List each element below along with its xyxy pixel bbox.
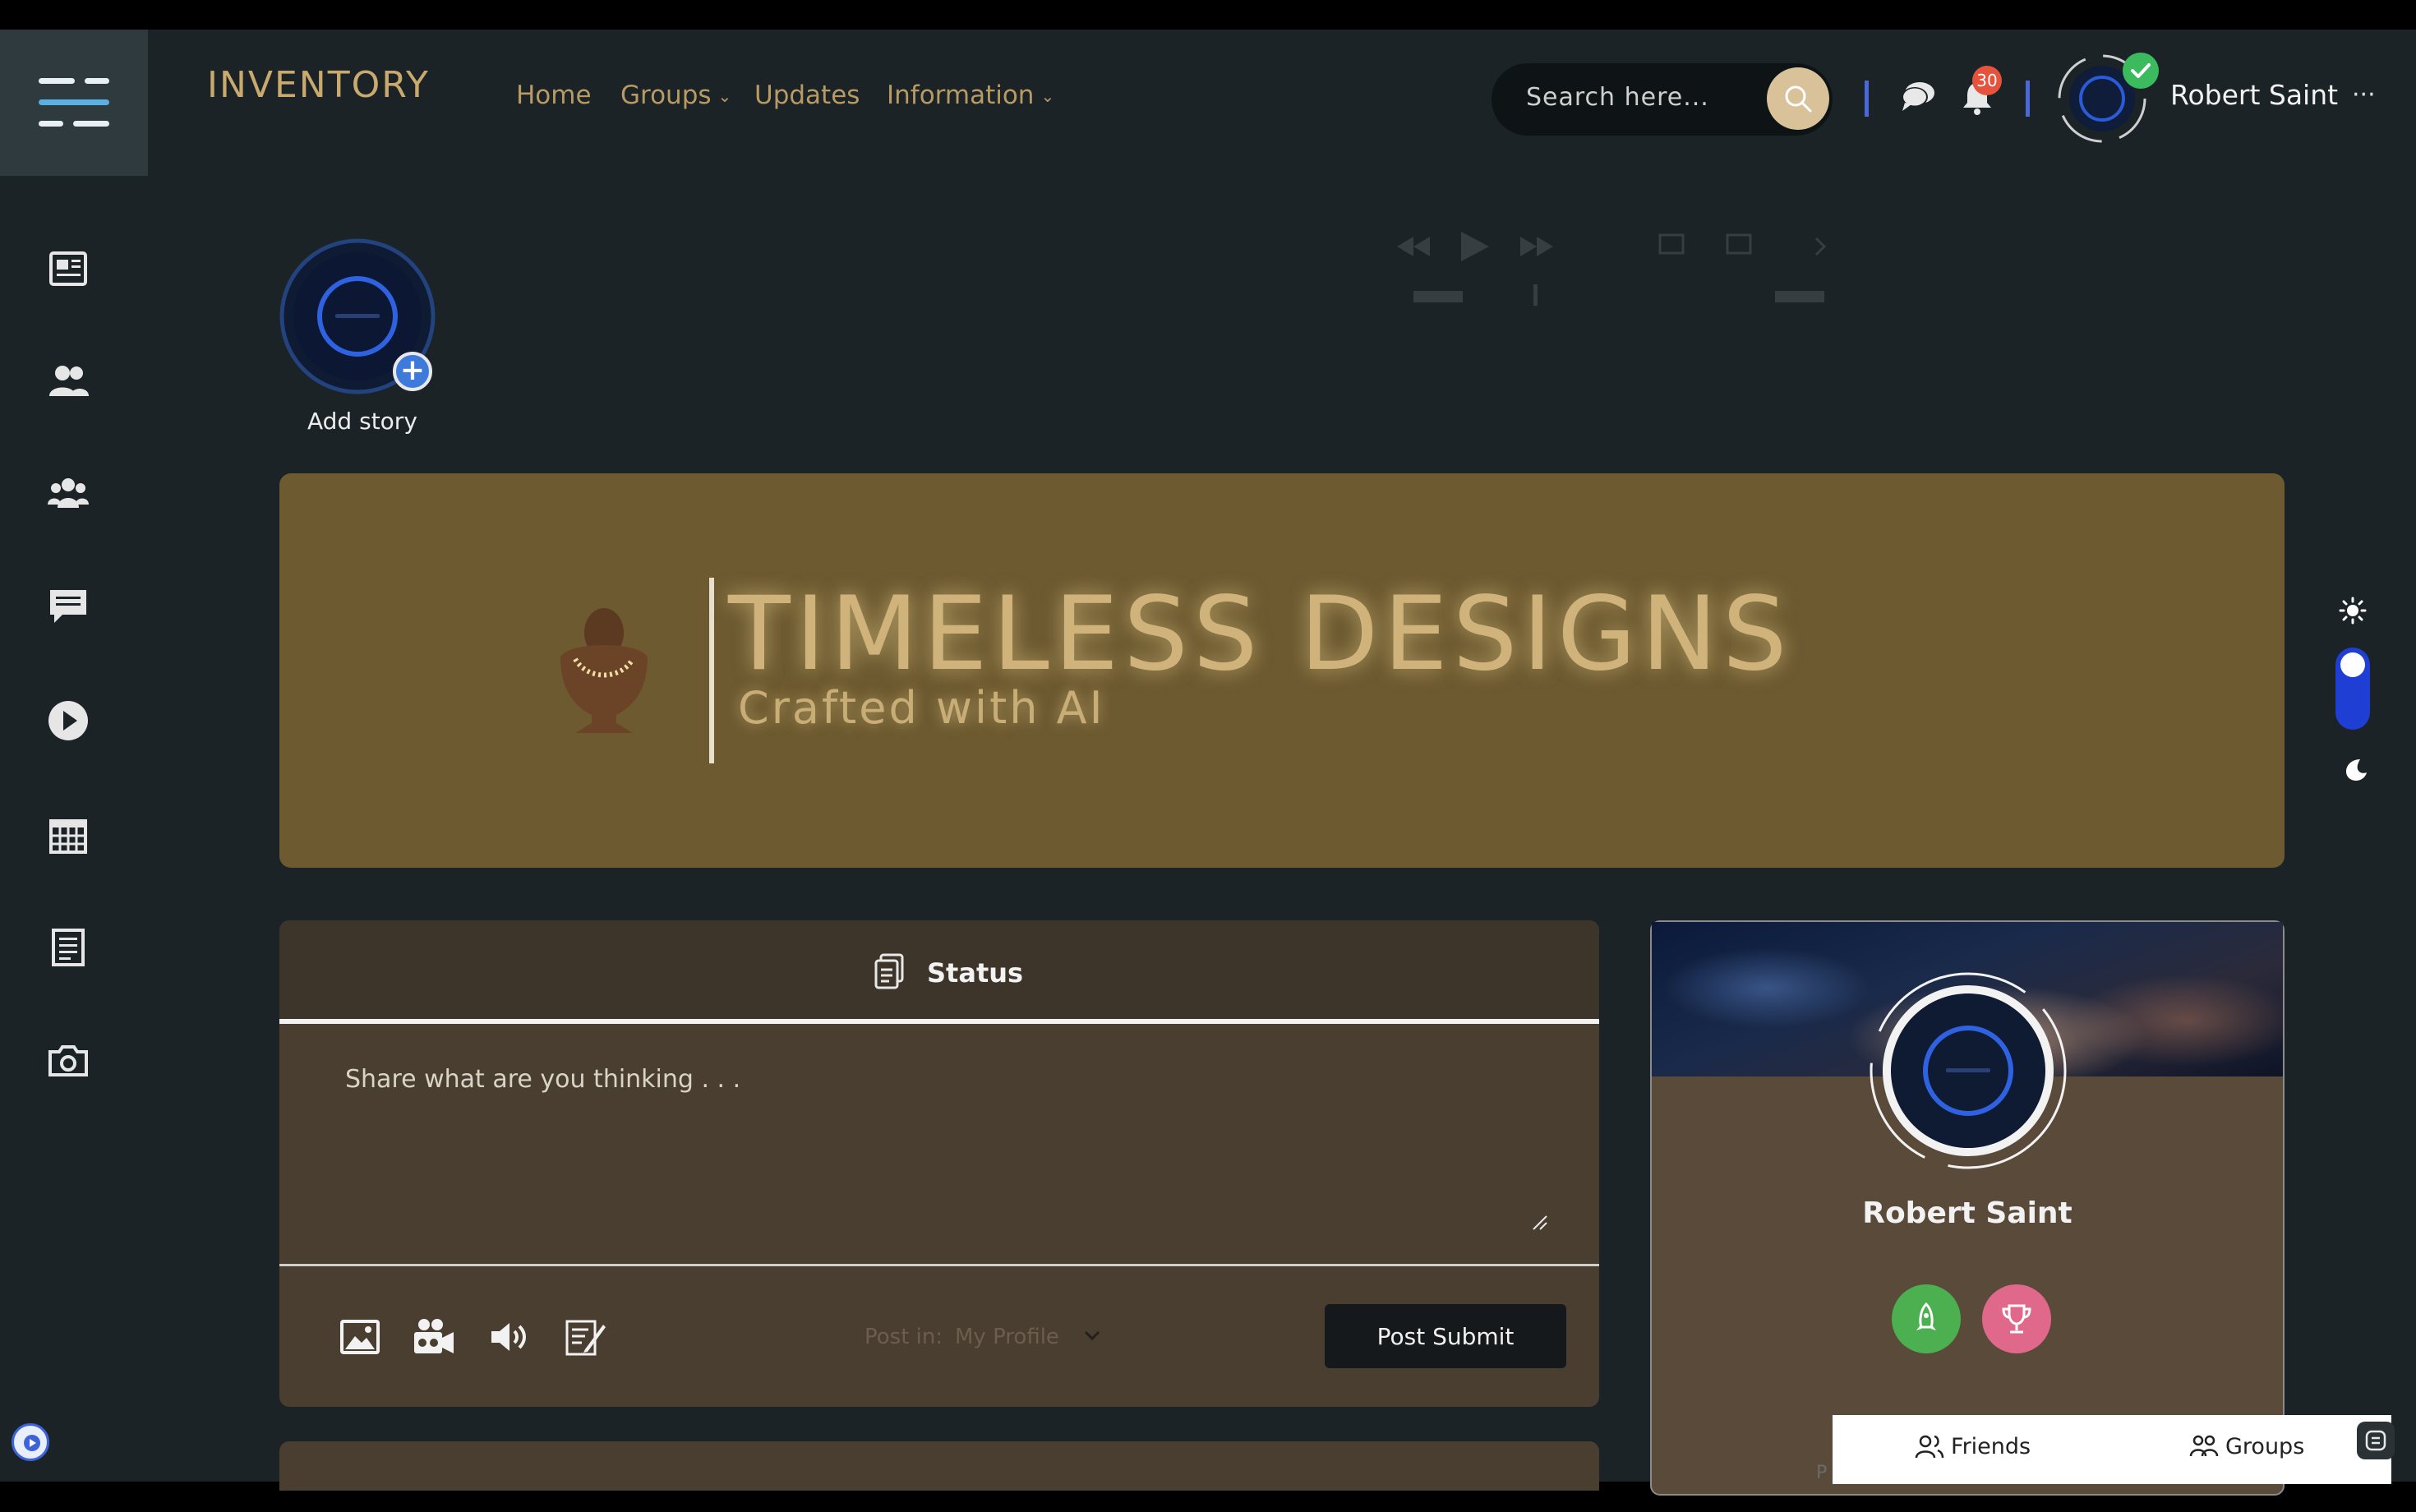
chevron-down-icon: ⌄ [717, 86, 732, 106]
brand-logo[interactable]: INVENTORY [207, 64, 430, 106]
media-controls [1397, 232, 1827, 306]
hamburger-icon [39, 78, 109, 127]
search-icon [1785, 85, 1812, 113]
notes-icon[interactable] [46, 925, 90, 970]
play-icon [24, 1435, 40, 1451]
chat-expand-button[interactable] [2357, 1422, 2395, 1459]
expand-icon [2365, 1430, 2386, 1451]
rocket-icon [1916, 1302, 1936, 1330]
document-icon [874, 953, 904, 989]
banner-title: TIMELESS DESIGNS [728, 575, 1792, 694]
header-divider [2026, 81, 2030, 117]
messages-icon[interactable] [46, 583, 90, 628]
play-button[interactable] [12, 1423, 49, 1461]
post-in-label: Post in: [865, 1325, 943, 1349]
post-in-select[interactable]: My Profile [955, 1325, 1059, 1349]
profile-avatar[interactable] [1867, 970, 2069, 1172]
resize-grip-icon[interactable] [1530, 1213, 1548, 1231]
rocket-badge[interactable] [1892, 1284, 1961, 1353]
search-button[interactable] [1767, 67, 1829, 130]
nav-information[interactable]: Information ⌄ [887, 81, 1054, 110]
tab-groups[interactable]: Groups [2189, 1433, 2304, 1459]
top-letterbox [0, 0, 2416, 30]
header-user-name[interactable]: Robert Saint [2170, 79, 2338, 111]
groups-icon[interactable] [46, 470, 90, 514]
trophy-icon [2002, 1304, 2031, 1334]
nav-home[interactable]: Home [516, 81, 592, 110]
calendar-icon[interactable] [46, 814, 90, 858]
menu-toggle-button[interactable] [0, 30, 148, 176]
sun-icon[interactable] [2339, 597, 2367, 625]
header-divider [1865, 81, 1869, 117]
add-story-label: Add story [307, 408, 417, 435]
verified-check-icon [2123, 53, 2159, 89]
banner-subtitle: Crafted with AI [738, 682, 1105, 734]
truncated-text: P [1816, 1463, 1828, 1483]
theme-toggle-knob[interactable] [2340, 652, 2365, 677]
notification-badge: 30 [1972, 66, 2002, 95]
videos-icon[interactable] [46, 698, 90, 743]
friends-icon [1915, 1435, 1944, 1459]
search-input[interactable]: Search here... [1526, 83, 1709, 112]
status-title: Status [927, 957, 1024, 989]
status-tab-underline [279, 1019, 1599, 1024]
friends-icon[interactable] [46, 360, 90, 404]
image-icon[interactable] [339, 1316, 381, 1358]
trophy-badge[interactable] [1982, 1284, 2051, 1353]
post-submit-button[interactable]: Post Submit [1325, 1304, 1566, 1368]
chevron-down-icon: ⌄ [1040, 86, 1055, 106]
audio-icon[interactable] [488, 1316, 531, 1358]
moon-icon[interactable] [2342, 756, 2368, 782]
nav-updates[interactable]: Updates [754, 81, 860, 110]
newspaper-icon[interactable] [46, 247, 90, 291]
profile-name: Robert Saint [1862, 1196, 2073, 1230]
status-textarea[interactable] [306, 1044, 1551, 1237]
banner-divider [709, 578, 714, 763]
more-options-icon[interactable]: ··· [2352, 81, 2376, 109]
photos-icon[interactable] [46, 1039, 90, 1083]
chat-icon[interactable] [1900, 80, 1936, 114]
chevron-down-icon[interactable] [1081, 1325, 1103, 1346]
write-icon[interactable] [564, 1316, 606, 1358]
tab-friends[interactable]: Friends [1915, 1433, 2031, 1459]
groups-icon [2189, 1435, 2219, 1457]
add-story-button[interactable]: + [393, 352, 432, 391]
necklace-bust-icon [560, 608, 648, 733]
nav-groups[interactable]: Groups ⌄ [620, 81, 731, 110]
video-icon[interactable] [413, 1316, 455, 1358]
next-card [279, 1441, 1599, 1491]
status-divider [279, 1264, 1599, 1266]
